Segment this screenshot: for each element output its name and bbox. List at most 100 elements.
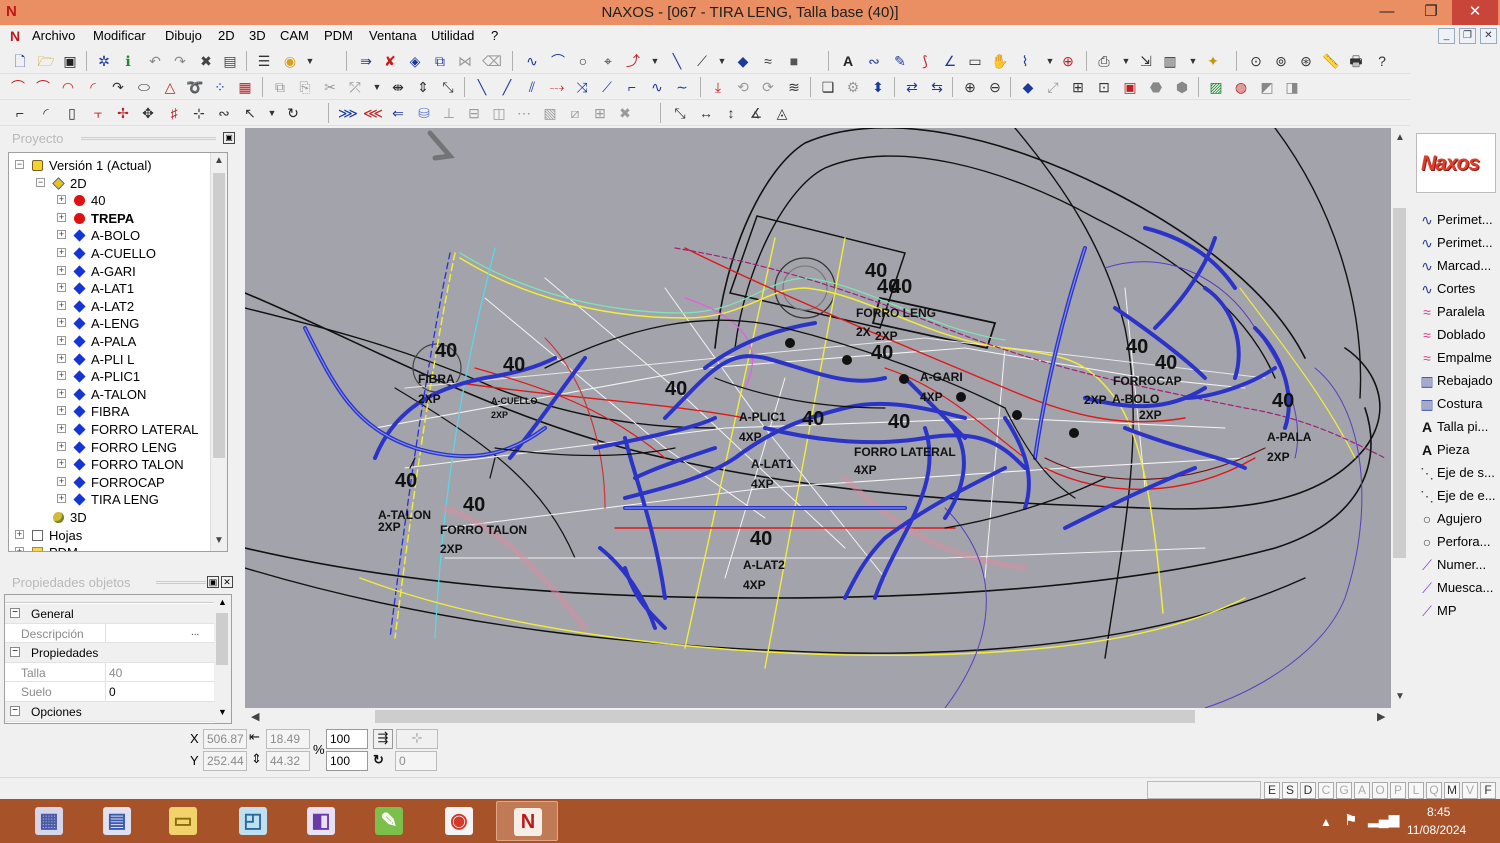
vertical-scroll-thumb[interactable] [1393, 208, 1406, 558]
rotate-right-icon[interactable]: ⟳ [758, 77, 778, 97]
dash-line-icon[interactable]: ⤏ [547, 77, 567, 97]
tree-scroll-thumb[interactable] [213, 173, 225, 458]
tool-item[interactable]: ▥ Rebajado [1416, 370, 1500, 392]
print-icon[interactable]: ⎙ [1094, 51, 1114, 71]
chevron-down-icon[interactable]: ▼ [712, 51, 732, 71]
project-tree[interactable]: ▲ ▼ − Versión 1 (Actual) −2D +40 + TREPA + A-BO… [8, 152, 228, 552]
expand-icon[interactable]: + [57, 300, 66, 310]
diagonal-line-icon[interactable]: ╲ [472, 77, 492, 97]
menu-pdm[interactable]: PDM [324, 28, 353, 43]
notch-icon[interactable]: ⌇ [1015, 51, 1035, 71]
hem-icon[interactable]: ⫟ [88, 103, 108, 123]
expand-icon[interactable]: + [57, 459, 66, 469]
menu-3d[interactable]: 3D [249, 28, 266, 43]
tree-scrollbar[interactable]: ▲ ▼ [210, 153, 227, 551]
horizontal-measure-icon[interactable]: ↔ [696, 103, 716, 123]
align-icon[interactable]: ⇶ [373, 729, 393, 749]
polyline-icon[interactable]: ⟋ [692, 51, 712, 71]
taskbar-app-button[interactable]: ◰ [222, 801, 284, 841]
menu-ventana[interactable]: Ventana [369, 28, 417, 43]
angle-icon[interactable]: ∠ [940, 51, 960, 71]
rotation-field[interactable]: 0 [395, 751, 437, 771]
chevron-down-icon[interactable]: ▼ [367, 77, 387, 97]
settings-icon[interactable]: ✲ [94, 51, 114, 71]
expand-icon[interactable]: + [57, 424, 66, 433]
split-icon[interactable]: ⤱ [345, 77, 365, 97]
expand-icon[interactable]: + [57, 353, 66, 363]
database-icon[interactable]: ⛁ [414, 103, 434, 123]
properties-scrollbar[interactable]: ▲ ▼ [214, 595, 231, 723]
status-flag[interactable]: F [1480, 782, 1496, 799]
tool-item[interactable]: ≈ Empalme [1416, 347, 1500, 369]
info-icon[interactable]: ℹ [118, 51, 138, 71]
menu-help[interactable]: ? [491, 28, 498, 43]
cross-line-icon[interactable]: ⤨ [572, 77, 592, 97]
mdi-restore-icon[interactable]: ❐ [1459, 28, 1476, 44]
expand-icon[interactable]: + [57, 406, 66, 416]
align-icon[interactable]: ⊞ [1068, 77, 1088, 97]
remove-icon[interactable]: ✖ [615, 103, 635, 123]
scroll-down-icon[interactable]: ▼ [1395, 691, 1405, 702]
status-flag[interactable]: O [1372, 782, 1388, 799]
status-flag[interactable]: C [1318, 782, 1334, 799]
status-flag[interactable]: L [1408, 782, 1424, 799]
measure-icon[interactable]: ⤢ [1043, 77, 1063, 97]
copy-icon[interactable]: ⧉ [270, 77, 290, 97]
property-category[interactable]: − General [5, 604, 215, 624]
tool-item[interactable]: ⟋ Numer... [1416, 554, 1500, 576]
scroll-up-icon[interactable]: ▲ [1395, 132, 1405, 143]
tool-item[interactable]: ∿ Perimet... [1416, 209, 1500, 231]
tool-item[interactable]: ○ Agujero [1416, 508, 1500, 530]
menu-modificar[interactable]: Modificar [93, 28, 146, 43]
up-down-icon[interactable]: ⬍ [868, 77, 888, 97]
clock-date[interactable]: 11/08/2024 [1407, 823, 1466, 837]
expand-icon[interactable]: + [57, 248, 66, 257]
columns-icon[interactable]: ◫ [489, 103, 509, 123]
circle-icon[interactable]: ○ [573, 51, 593, 71]
minimize-icon[interactable]: — [1370, 0, 1404, 25]
taskbar-app-button[interactable]: ◉ [428, 801, 490, 841]
scroll-down-icon[interactable]: ▼ [214, 535, 224, 546]
canvas-horizontal-scrollbar[interactable]: ◀ ▶ [245, 708, 1391, 725]
status-flag[interactable]: G [1336, 782, 1352, 799]
text-a-icon[interactable]: A [838, 51, 858, 71]
tool-item[interactable]: ▥ Costura [1416, 393, 1500, 415]
scale-y-field[interactable]: 100 [326, 751, 368, 771]
expand-icon[interactable]: + [57, 476, 66, 486]
tool-item[interactable]: A Pieza [1416, 439, 1500, 461]
arc-icon[interactable]: ⌒ [548, 51, 568, 71]
scroll-down-icon[interactable]: ▼ [218, 707, 227, 717]
zoom-in-icon[interactable]: ⊕ [960, 77, 980, 97]
image-icon[interactable]: ▨ [1206, 77, 1226, 97]
mirror-icon[interactable]: ⧉ [430, 51, 450, 71]
tool-item[interactable]: ∿ Marcad... [1416, 255, 1500, 277]
tool-item[interactable]: ≈ Doblado [1416, 324, 1500, 346]
undo-icon[interactable]: ↶ [145, 51, 165, 71]
window-icon[interactable]: ⊡ [1094, 77, 1114, 97]
spline-icon[interactable]: ≈ [758, 51, 778, 71]
rotate-icon[interactable]: ⟲ [733, 77, 753, 97]
zigzag-icon[interactable]: ≋ [784, 77, 804, 97]
corner-round-icon[interactable]: ⌒ [8, 77, 28, 97]
seam-icon[interactable]: ⟆ [915, 51, 935, 71]
scroll-up-icon[interactable]: ▲ [214, 155, 224, 166]
close-icon[interactable]: ✕ [1452, 0, 1498, 25]
y-coordinate-field[interactable]: 252.44 [203, 751, 247, 771]
property-category[interactable]: − Opciones [5, 702, 215, 722]
wave-line-icon[interactable]: ∿ [647, 77, 667, 97]
expand-icon[interactable]: + [57, 494, 66, 504]
sequence-icon[interactable]: ⋙ [338, 103, 358, 123]
curve-icon[interactable]: ∿ [522, 51, 542, 71]
printer-icon[interactable]: 🖶 [1346, 51, 1366, 71]
symmetry-icon[interactable]: ⋈ [455, 51, 475, 71]
cut-piece-icon[interactable]: ✘ [380, 51, 400, 71]
status-flag[interactable]: V [1462, 782, 1478, 799]
status-flag[interactable]: P [1390, 782, 1406, 799]
swap-icon[interactable]: ⇄ [902, 77, 922, 97]
collapse-icon[interactable]: − [15, 160, 24, 169]
zoom-out-icon[interactable]: ⊖ [985, 77, 1005, 97]
zoom-icon[interactable]: ⊚ [1271, 51, 1291, 71]
wave-icon[interactable]: ∾ [864, 51, 884, 71]
new-file-icon[interactable]: 🗋 [10, 51, 30, 71]
zoom-window-icon[interactable]: ⊙ [1246, 51, 1266, 71]
